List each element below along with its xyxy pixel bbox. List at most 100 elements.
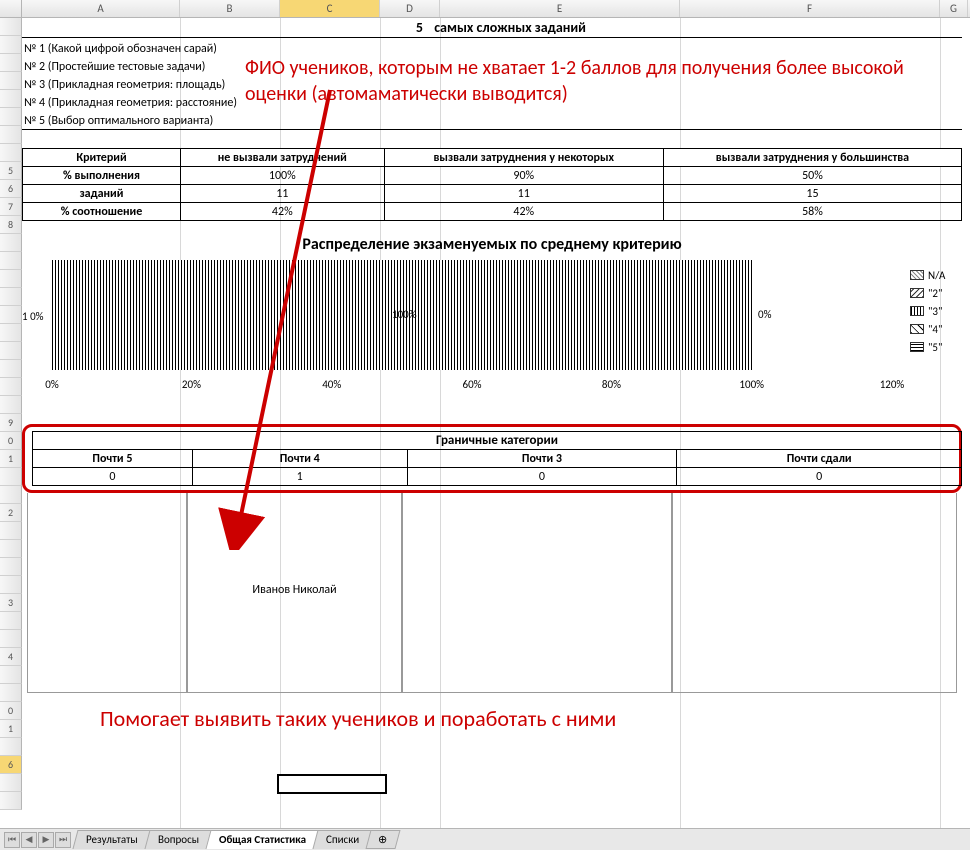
row-num[interactable] — [0, 126, 22, 144]
row-num[interactable] — [0, 486, 22, 504]
criteria-table: Критерий не вызвали затруднений вызвали … — [22, 148, 962, 221]
bar-data-label: 0% — [758, 308, 771, 321]
criteria-value: 11 — [384, 185, 663, 203]
criteria-header: вызвали затруднения у большинства — [663, 149, 961, 167]
row-num[interactable] — [0, 378, 22, 396]
tab-results[interactable]: Результаты — [72, 830, 151, 849]
row-num[interactable] — [0, 792, 22, 810]
row-num[interactable] — [0, 522, 22, 540]
sheet-tabs-bar: ⏮ ◀ ▶ ⏭ Результаты Вопросы Общая Статист… — [0, 828, 970, 850]
col-header-G[interactable]: G — [940, 0, 968, 17]
row-num[interactable]: 1 — [0, 450, 22, 468]
row-num[interactable] — [0, 576, 22, 594]
criteria-value: 42% — [181, 203, 385, 221]
tab-next-icon[interactable]: ▶ — [38, 832, 54, 848]
title-text: самых сложных заданий — [434, 19, 586, 36]
tab-statistics[interactable]: Общая Статистика — [205, 830, 319, 849]
bar-data-label: 100% — [392, 308, 417, 321]
student-cell: Иванов Николай — [187, 493, 402, 693]
row-num[interactable] — [0, 468, 22, 486]
sheet-content[interactable]: 5 самых сложных заданий № 1 (Какой цифро… — [22, 18, 962, 693]
row-num[interactable] — [0, 540, 22, 558]
row-num[interactable] — [0, 270, 22, 288]
boundary-header: Почти сдали — [677, 450, 962, 468]
tab-questions[interactable]: Вопросы — [144, 830, 212, 849]
tab-nav: ⏮ ◀ ▶ ⏭ — [0, 832, 75, 848]
row-num[interactable] — [0, 234, 22, 252]
chart-title: Распределение экзаменуемых по среднему к… — [22, 235, 962, 254]
boundary-highlight-box: Граничные категории Почти 5 Почти 4 Почт… — [22, 424, 962, 493]
tab-lists[interactable]: Списки — [312, 830, 372, 849]
row-num[interactable] — [0, 72, 22, 90]
boundary-table: Граничные категории Почти 5 Почти 4 Почт… — [32, 431, 962, 486]
criteria-value: 15 — [663, 185, 961, 203]
boundary-header: Почти 4 — [192, 450, 407, 468]
criteria-value: 11 — [181, 185, 385, 203]
row-num[interactable] — [0, 144, 22, 162]
boundary-value: 0 — [677, 468, 962, 486]
distribution-chart: 1 0% 100% 0% 0% 20% 40% 60% 80% 100% 120… — [22, 260, 962, 420]
criteria-label: заданий — [23, 185, 181, 203]
criteria-value: 50% — [663, 167, 961, 185]
y-axis-label: 1 0% — [22, 310, 44, 323]
student-cell — [402, 493, 672, 693]
criteria-value: 90% — [384, 167, 663, 185]
criteria-value: 100% — [181, 167, 385, 185]
row-num[interactable] — [0, 288, 22, 306]
row-numbers: 5 6 7 8 9 0 1 2 3 4 0 1 6 — [0, 18, 22, 810]
row-num[interactable] — [0, 558, 22, 576]
select-all-corner[interactable] — [0, 0, 22, 17]
col-header-B[interactable]: B — [180, 0, 280, 17]
row-num[interactable]: 9 — [0, 414, 22, 432]
row-num[interactable] — [0, 18, 22, 36]
row-num[interactable] — [0, 630, 22, 648]
section-title: 5 самых сложных заданий — [22, 18, 962, 38]
student-cell — [27, 493, 187, 693]
criteria-value: 58% — [663, 203, 961, 221]
row-num[interactable]: 1 — [0, 720, 22, 738]
row-num[interactable] — [0, 90, 22, 108]
tab-last-icon[interactable]: ⏭ — [55, 832, 71, 848]
row-num[interactable]: 0 — [0, 702, 22, 720]
chart-legend: N/A "2" "3" "4" "5" — [910, 266, 960, 356]
tab-add-icon[interactable]: ⊕ — [365, 830, 400, 849]
row-num[interactable] — [0, 774, 22, 792]
boundary-value: 0 — [407, 468, 677, 486]
criteria-header: Критерий — [23, 149, 181, 167]
row-num[interactable]: 3 — [0, 594, 22, 612]
row-num[interactable]: 7 — [0, 198, 22, 216]
active-cell-cursor[interactable] — [277, 774, 387, 794]
row-num[interactable]: 6 — [0, 756, 22, 774]
row-num[interactable]: 0 — [0, 432, 22, 450]
row-num[interactable]: 6 — [0, 180, 22, 198]
student-cell — [672, 493, 957, 693]
criteria-label: % соотношение — [23, 203, 181, 221]
row-num[interactable] — [0, 54, 22, 72]
col-header-E[interactable]: E — [440, 0, 680, 17]
tab-prev-icon[interactable]: ◀ — [21, 832, 37, 848]
row-num[interactable]: 4 — [0, 648, 22, 666]
col-header-C[interactable]: C — [280, 0, 380, 17]
col-header-F[interactable]: F — [680, 0, 940, 17]
row-num[interactable] — [0, 666, 22, 684]
col-header-A[interactable]: A — [22, 0, 180, 17]
row-num[interactable]: 2 — [0, 504, 22, 522]
criteria-header: вызвали затруднения у некоторых — [384, 149, 663, 167]
boundary-header: Почти 5 — [33, 450, 193, 468]
criteria-value: 42% — [384, 203, 663, 221]
row-num[interactable]: 8 — [0, 216, 22, 234]
row-num[interactable] — [0, 342, 22, 360]
row-num[interactable] — [0, 684, 22, 702]
tab-first-icon[interactable]: ⏮ — [4, 832, 20, 848]
row-num[interactable] — [0, 36, 22, 54]
row-num[interactable] — [0, 738, 22, 756]
row-num[interactable] — [0, 324, 22, 342]
row-num[interactable] — [0, 108, 22, 126]
row-num[interactable] — [0, 360, 22, 378]
row-num[interactable] — [0, 306, 22, 324]
row-num[interactable] — [0, 396, 22, 414]
row-num[interactable]: 5 — [0, 162, 22, 180]
row-num[interactable] — [0, 612, 22, 630]
col-header-D[interactable]: D — [380, 0, 440, 17]
row-num[interactable] — [0, 252, 22, 270]
